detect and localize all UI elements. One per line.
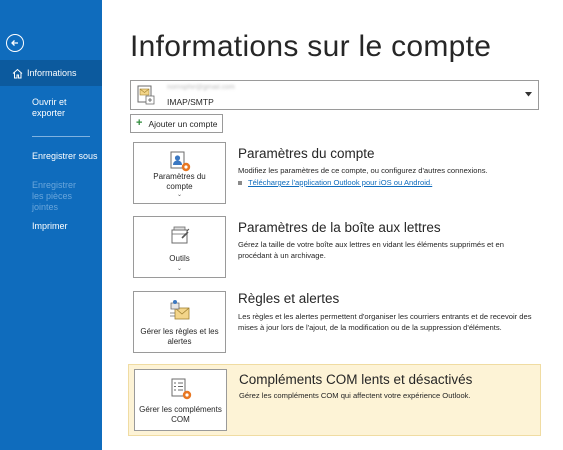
chevron-down-icon: ⌄ — [176, 192, 183, 198]
account-settings-icon — [170, 151, 190, 172]
section-title: Règles et alertes — [238, 291, 340, 306]
section-description: Modifiez les paramètres de ce compte, ou… — [238, 166, 488, 175]
backstage-sidebar: Informations Ouvrir et exporter Enregist… — [0, 0, 102, 450]
com-addins-icon — [171, 378, 191, 400]
section-mailbox-settings: Outils ⌄ Paramètres de la boîte aux lett… — [130, 214, 539, 284]
rules-alerts-icon — [169, 300, 189, 320]
section-rules-alerts: Gérer les règles et les alertes Règles e… — [130, 289, 539, 357]
section-description: Gérez la taille de votre boîte aux lettr… — [238, 240, 504, 260]
plus-icon: + — [136, 117, 143, 129]
home-icon — [12, 68, 23, 78]
chevron-down-icon: ⌄ — [176, 266, 183, 272]
account-select-dropdown[interactable]: nomsphir@gmail.com IMAP/SMTP — [130, 80, 539, 110]
sidebar-item-ouvrir-exporter[interactable]: Ouvrir et exporter — [0, 97, 90, 119]
sidebar-item-imprimer[interactable]: Imprimer — [0, 221, 102, 232]
account-type: IMAP/SMTP — [167, 97, 214, 107]
manage-rules-alerts-button[interactable]: Gérer les règles et les alertes — [133, 291, 226, 353]
account-settings-button[interactable]: Paramètres du compte ⌄ — [133, 142, 226, 204]
section-title: Paramètres du compte — [238, 146, 375, 161]
sidebar-divider — [32, 136, 90, 137]
tools-button[interactable]: Outils ⌄ — [133, 216, 226, 278]
sidebar-item-informations[interactable]: Informations — [0, 60, 102, 86]
add-account-label: Ajouter un compte — [148, 118, 218, 129]
account-email: nomsphir@gmail.com — [167, 84, 235, 91]
section-title: Paramètres de la boîte aux lettres — [238, 220, 441, 235]
manage-com-addins-button[interactable]: Gérer les compléments COM — [134, 369, 227, 431]
tile-label: Paramètres du compte — [153, 172, 206, 191]
section-description: Les règles et les alertes permettent d'o… — [238, 312, 532, 332]
account-icon — [137, 85, 155, 105]
main-panel: Informations sur le compte nomsphir@gmai… — [102, 0, 563, 450]
sidebar-item-label: Informations — [27, 67, 77, 78]
caret-down-icon — [525, 92, 532, 97]
section-account-settings: Paramètres du compte ⌄ Paramètres du com… — [130, 140, 539, 210]
section-description: Gérez les compléments COM qui affectent … — [239, 391, 471, 400]
tile-label: Gérer les compléments COM — [139, 405, 222, 424]
sidebar-item-enregistrer-pieces-jointes: Enregistrer les pièces jointes — [32, 180, 77, 212]
back-arrow-icon[interactable] — [6, 34, 24, 52]
bullet-icon — [238, 181, 242, 185]
tools-icon — [171, 226, 189, 244]
add-account-button[interactable]: + Ajouter un compte — [130, 114, 224, 133]
section-com-addins: Gérer les compléments COM Compléments CO… — [128, 364, 541, 436]
tile-label: Gérer les règles et les alertes — [140, 327, 219, 346]
outlook-mobile-link[interactable]: Téléchargez l'application Outlook pour i… — [248, 178, 432, 187]
tile-label: Outils — [169, 254, 190, 263]
page-title: Informations sur le compte — [130, 30, 492, 63]
section-title: Compléments COM lents et désactivés — [239, 372, 473, 387]
sidebar-item-enregistrer-sous[interactable]: Enregistrer sous — [0, 151, 102, 162]
